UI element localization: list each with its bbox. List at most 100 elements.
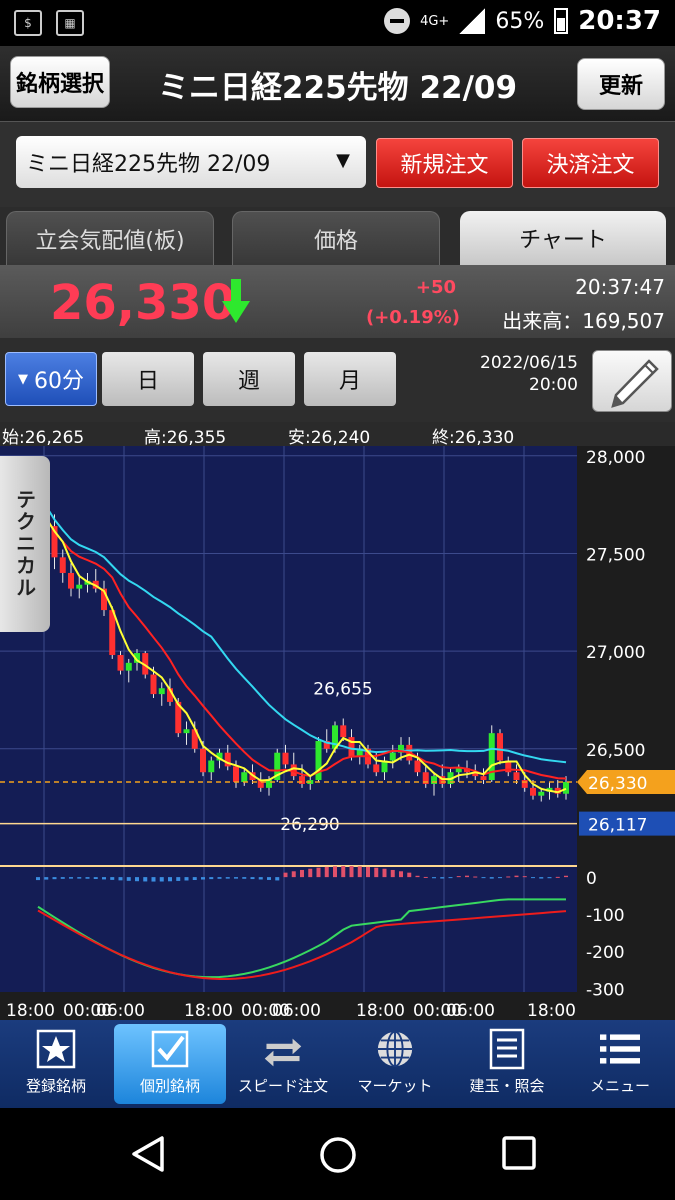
nav-market-label: マーケット: [357, 1077, 433, 1095]
ohlc-low: 安:26,240: [288, 428, 371, 448]
histogram-bar: [308, 868, 313, 878]
price-change-percent: (+0.19%): [366, 307, 460, 328]
histogram-bar: [118, 877, 123, 881]
network-type: 4G+: [420, 13, 450, 29]
histogram-bar: [77, 877, 82, 879]
app-header: 銘柄選択 ミニ日経225先物 22/09 更新: [0, 46, 675, 122]
notification-icon: $: [14, 10, 42, 36]
nav-market[interactable]: マーケット: [339, 1024, 451, 1104]
nav-individual[interactable]: 個別銘柄: [114, 1024, 226, 1104]
histogram-bar: [514, 875, 519, 878]
chart-datetime: 2022/06/15 20:00: [470, 352, 578, 396]
recents-icon[interactable]: [500, 1134, 538, 1172]
candle-body: [389, 752, 396, 761]
histogram-bar: [225, 877, 230, 879]
histogram-bar: [473, 876, 478, 878]
candlestick-chart[interactable]: 28,000 27,500 27,000 26,500 26,655 26,290 26,3…: [0, 446, 675, 1020]
histogram-bar: [333, 866, 337, 878]
period-week-button[interactable]: 週: [203, 352, 295, 406]
histogram-bar: [192, 877, 197, 881]
tab-chart[interactable]: チャート: [460, 211, 666, 265]
candle-body: [431, 776, 437, 784]
histogram-bar: [159, 877, 164, 882]
nav-speed-order[interactable]: スピード注文: [227, 1024, 339, 1104]
globe-icon: [375, 1029, 415, 1069]
indicator-tick-label: -300: [586, 980, 625, 1000]
histogram-bar: [506, 876, 511, 878]
x-tick-label: 18:00: [356, 1001, 405, 1020]
symbol-dropdown-value: ミニ日経225先物 22/09: [26, 152, 271, 177]
histogram-bar: [291, 871, 296, 878]
histogram-bar: [349, 866, 354, 878]
nav-menu[interactable]: メニュー: [564, 1024, 675, 1104]
candle-body: [158, 688, 165, 695]
x-tick-label: 18:00: [184, 1001, 233, 1020]
symbol-dropdown[interactable]: ミニ日経225先物 22/09 ▼: [16, 136, 366, 188]
histogram-bar: [522, 876, 527, 878]
histogram-bar: [300, 869, 304, 878]
chart-svg: 28,000 27,500 27,000 26,500 26,655 26,290 26,3…: [0, 446, 675, 1020]
candle-body: [299, 776, 305, 784]
candle-body: [183, 729, 190, 734]
histogram-bar: [258, 877, 263, 880]
histogram-bar: [316, 867, 321, 878]
signal-icon: [459, 8, 486, 34]
select-symbol-button[interactable]: 銘柄選択: [10, 56, 110, 108]
dropdown-triangle-icon: ▼: [18, 371, 28, 387]
price-change: +50: [415, 277, 456, 298]
indicator-tick-label: -200: [586, 943, 625, 963]
period-dropdown-60min[interactable]: ▼ 60分: [5, 352, 97, 406]
home-icon[interactable]: [317, 1134, 359, 1176]
settle-order-button[interactable]: 決済注文: [522, 138, 659, 188]
symbol-row: ミニ日経225先物 22/09 ▼ 新規注文 決済注文: [0, 122, 675, 207]
histogram-bar: [110, 877, 115, 880]
candle-body: [340, 725, 347, 738]
candle-body: [497, 733, 503, 761]
histogram-bar: [456, 876, 461, 878]
y-tick-label: 27,500: [586, 545, 645, 565]
price-annotation: 26,655: [313, 680, 372, 700]
histogram-bar: [151, 877, 156, 882]
ohlc-row: 始:26,265 高:26,355 安:26,240 終:26,330: [0, 422, 675, 448]
nav-registered[interactable]: 登録銘柄: [0, 1024, 112, 1104]
histogram-bar: [250, 877, 255, 880]
histogram-bar: [481, 877, 486, 879]
histogram-bar: [489, 877, 494, 879]
back-icon[interactable]: [128, 1134, 168, 1174]
secondary-price-tag-label: 26,117: [588, 816, 647, 836]
histogram-bar: [564, 875, 568, 878]
histogram-bar: [168, 877, 172, 882]
technical-tab[interactable]: テクニカル: [0, 456, 50, 632]
indicator-tick-label: -100: [586, 906, 625, 926]
histogram-bar: [217, 877, 222, 879]
candle-body: [530, 787, 536, 796]
new-order-button[interactable]: 新規注文: [376, 138, 513, 188]
candle-body: [266, 780, 272, 788]
price-annotation: 26,290: [280, 815, 339, 835]
x-tick-label: 18:00: [6, 1001, 55, 1020]
nav-positions[interactable]: 建玉・照会: [451, 1024, 563, 1104]
period-month-button[interactable]: 月: [304, 352, 396, 406]
draw-tool-button[interactable]: [592, 350, 672, 412]
histogram-bar: [415, 875, 420, 878]
refresh-button[interactable]: 更新: [577, 58, 665, 110]
histogram-bar: [382, 868, 387, 878]
tab-order-book[interactable]: 立会気配値(板): [6, 211, 214, 265]
histogram-bar: [390, 869, 395, 878]
chart-time: 20:00: [529, 375, 578, 395]
ohlc-high: 高:26,355: [144, 428, 227, 448]
down-arrow-icon: [222, 279, 250, 323]
histogram-bar: [324, 866, 329, 878]
histogram-bar: [465, 875, 469, 878]
tab-price[interactable]: 価格: [232, 211, 440, 265]
candle-body: [233, 766, 239, 782]
histogram-bar: [498, 877, 502, 879]
histogram-bar: [44, 877, 49, 880]
period-selector: ▼ 60分 日 週 月 2022/06/15 20:00: [0, 338, 675, 422]
bottom-nav: 登録銘柄 個別銘柄 スピード注文 マーケット 建玉・照会 メニュー: [0, 1020, 675, 1108]
histogram-bar: [85, 877, 90, 879]
histogram-bar: [275, 877, 280, 881]
swap-arrows-icon: [263, 1029, 303, 1069]
period-day-button[interactable]: 日: [102, 352, 194, 406]
nav-individual-label: 個別銘柄: [139, 1077, 200, 1095]
